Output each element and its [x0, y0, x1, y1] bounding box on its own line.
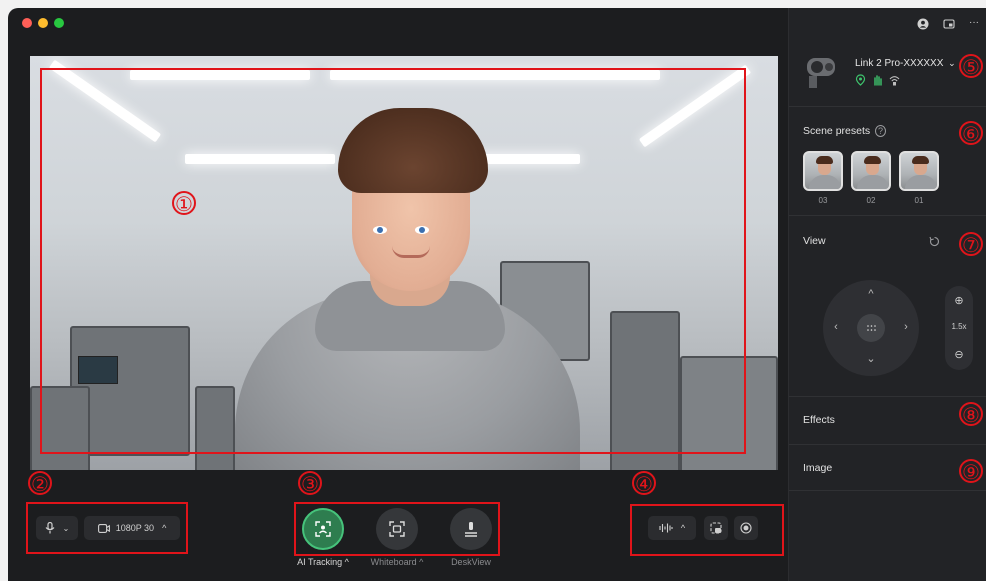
image-section[interactable]: Image	[803, 462, 832, 474]
chevron-up-icon[interactable]: ^	[162, 523, 166, 533]
device-selector[interactable]: Link 2 Pro-XXXXXX ⌄	[855, 58, 956, 69]
annotation-marker-4: ④	[632, 471, 656, 495]
annotation-marker-1: ①	[172, 191, 196, 215]
annotation-box-preview	[40, 68, 746, 454]
zoom-level: 1.5x	[951, 322, 967, 331]
divider	[789, 490, 986, 491]
whiteboard-button[interactable]	[376, 508, 418, 550]
more-options-icon[interactable]: ···	[969, 18, 979, 30]
camera-icon	[97, 523, 110, 533]
help-icon[interactable]: ?	[875, 125, 887, 137]
screenshot-button[interactable]	[704, 516, 728, 540]
annotation-marker-8: ⑧	[959, 402, 983, 426]
deskview-label[interactable]: DeskView	[431, 557, 511, 567]
device-status-icons	[855, 74, 900, 86]
wireless-icon	[889, 76, 900, 86]
device-thumbnail	[803, 54, 839, 90]
record-button[interactable]	[734, 516, 758, 540]
scene-presets-heading: Scene presets ?	[803, 125, 887, 137]
zoom-window-button[interactable]	[54, 18, 64, 28]
zoom-out-icon[interactable]: ⊖	[945, 348, 973, 361]
resolution-label: 1080P 30	[115, 523, 155, 533]
app-window: ① ② ⌄ 1080P 30 ^ ③ AI Tracking ^ Whitebo…	[8, 8, 986, 581]
ai-tracking-icon	[315, 521, 331, 537]
record-icon	[740, 522, 752, 534]
device-name: Link 2 Pro-XXXXXX	[855, 58, 944, 69]
effects-section[interactable]: Effects	[803, 414, 835, 426]
equalizer-icon	[659, 523, 673, 533]
minimize-window-button[interactable]	[38, 18, 48, 28]
scene-preset-label: 02	[866, 196, 876, 205]
annotation-marker-3: ③	[298, 471, 322, 495]
scene-preset-02[interactable]	[851, 151, 891, 191]
annotation-marker-9: ⑨	[959, 459, 983, 483]
audio-levels-button[interactable]: ^	[648, 516, 696, 540]
deskview-icon	[465, 522, 477, 537]
zoom-control: ⊕ 1.5x ⊖	[945, 286, 973, 370]
chevron-down-icon[interactable]: ⌄	[63, 524, 70, 533]
divider	[789, 106, 986, 107]
whiteboard-icon	[389, 521, 405, 537]
divider	[789, 444, 986, 445]
account-icon[interactable]	[917, 18, 929, 30]
annotation-marker-5: ⑤	[959, 54, 983, 78]
divider	[789, 215, 986, 216]
chevron-right-icon[interactable]: ›	[899, 321, 913, 333]
zoom-in-icon[interactable]: ⊕	[945, 294, 973, 307]
whiteboard-label[interactable]: Whiteboard ^	[357, 557, 437, 567]
ai-tracking-button[interactable]	[302, 508, 344, 550]
microphone-button[interactable]: ⌄	[36, 516, 78, 540]
chevron-down-icon[interactable]: ⌄	[948, 58, 956, 68]
chevron-down-icon[interactable]: ⌄	[864, 352, 878, 365]
grid-dots-icon	[866, 325, 876, 331]
reset-view-icon[interactable]	[929, 236, 940, 247]
camera-preview[interactable]: ①	[30, 56, 778, 470]
scene-preset-label: 01	[914, 196, 924, 205]
pan-tilt-joystick[interactable]: ^ ⌄ ‹ ›	[823, 280, 919, 376]
screenshot-icon	[710, 522, 722, 534]
settings-sidebar: ··· Link 2 Pro-XXXXXX ⌄ ⑤ Scene presets …	[788, 8, 986, 581]
scene-preset-03[interactable]	[803, 151, 843, 191]
scene-preset-label: 03	[818, 196, 828, 205]
annotation-marker-2: ②	[28, 471, 52, 495]
view-title: View	[803, 235, 826, 247]
gesture-icon	[874, 75, 882, 86]
deskview-button[interactable]	[450, 508, 492, 550]
sidebar-top-actions: ···	[917, 18, 979, 30]
chevron-left-icon[interactable]: ‹	[829, 321, 843, 333]
ai-tracking-label[interactable]: AI Tracking ^	[283, 557, 363, 567]
annotation-marker-7: ⑦	[959, 232, 983, 256]
close-window-button[interactable]	[22, 18, 32, 28]
picture-in-picture-icon[interactable]	[943, 18, 955, 30]
webcam-device-icon	[807, 58, 835, 88]
chevron-up-icon[interactable]: ^	[864, 288, 878, 300]
microphone-icon	[45, 522, 55, 534]
chevron-up-icon[interactable]: ^	[681, 523, 685, 533]
annotation-marker-6: ⑥	[959, 121, 983, 145]
window-controls	[22, 18, 64, 28]
scene-preset-01[interactable]	[899, 151, 939, 191]
joystick-center-button[interactable]	[857, 314, 885, 342]
scene-presets-title: Scene presets	[803, 125, 871, 137]
location-icon	[855, 74, 866, 86]
video-settings-button[interactable]: 1080P 30 ^	[84, 516, 180, 540]
divider	[789, 396, 986, 397]
